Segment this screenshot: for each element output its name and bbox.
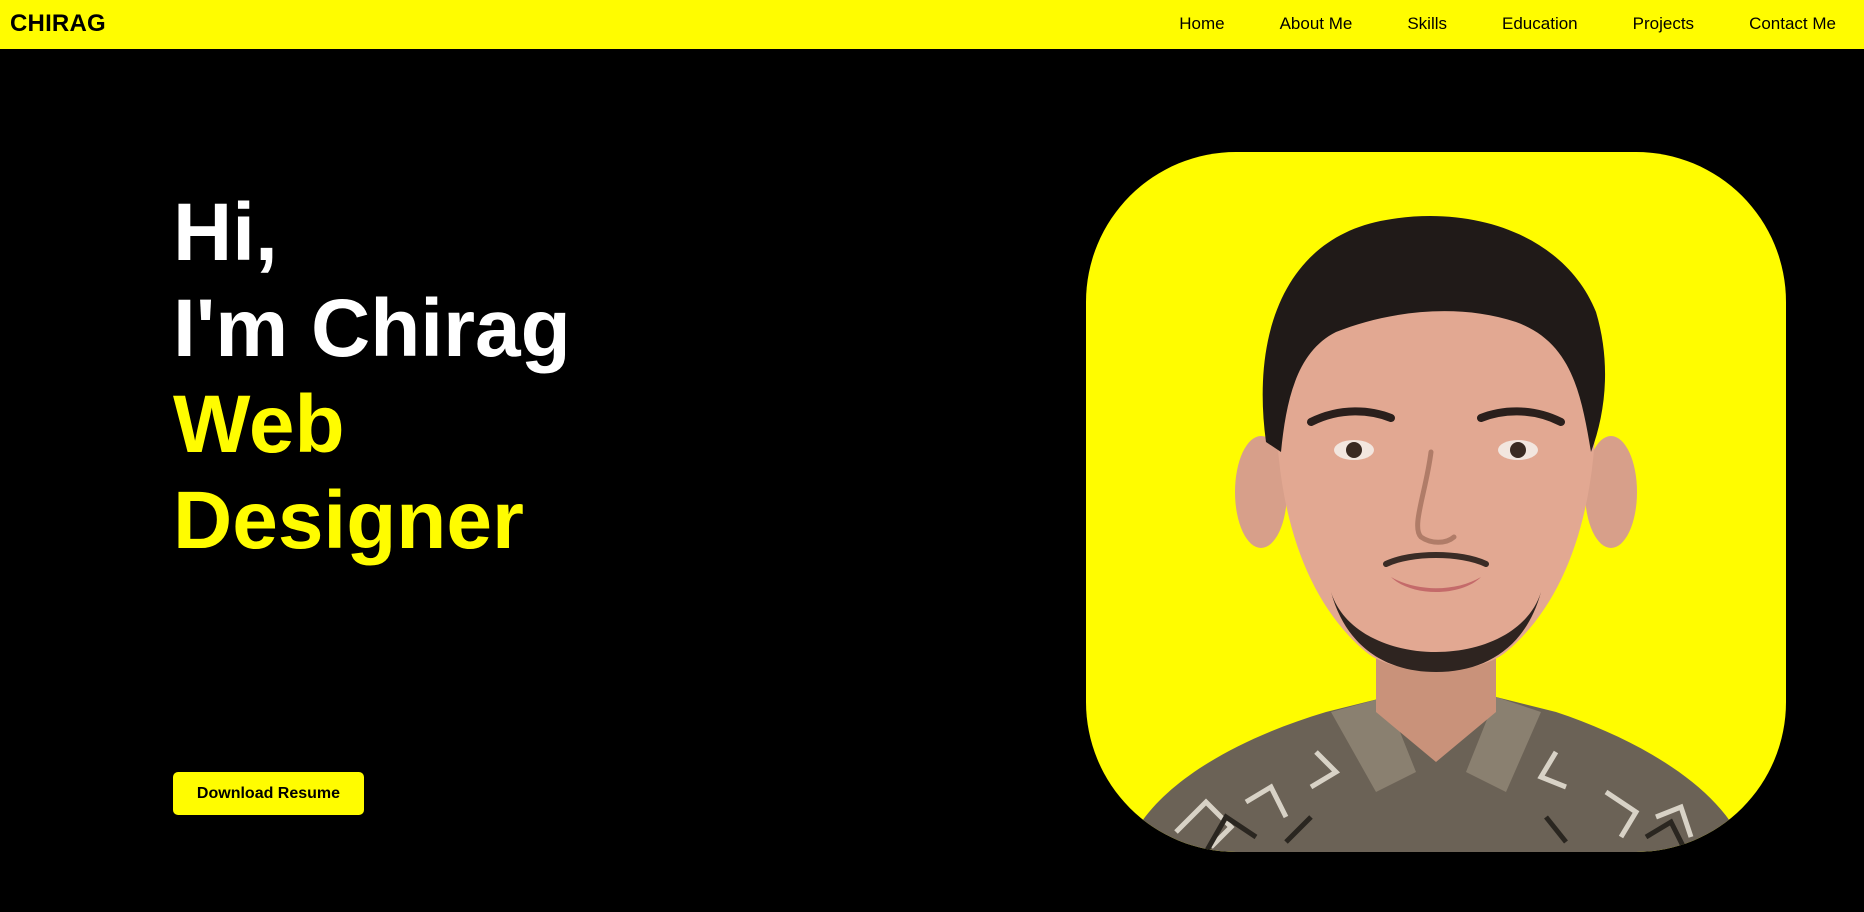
nav-menu: Home About Me Skills Education Projects …	[1179, 14, 1836, 34]
hero-greeting: Hi,	[173, 187, 278, 278]
hero-intro: I'm Chirag	[173, 283, 571, 374]
nav-link-about-me[interactable]: About Me	[1280, 14, 1353, 34]
nav-link-education[interactable]: Education	[1502, 14, 1578, 34]
top-navbar: CHIRAG Home About Me Skills Education Pr…	[0, 0, 1864, 49]
person-portrait-icon	[1126, 216, 1746, 852]
hero-heading: Hi, I'm Chirag Web Designer	[173, 185, 571, 569]
download-resume-button[interactable]: Download Resume	[173, 772, 364, 815]
nav-link-projects[interactable]: Projects	[1633, 14, 1694, 34]
nav-link-home[interactable]: Home	[1179, 14, 1224, 34]
brand-logo[interactable]: CHIRAG	[10, 10, 106, 38]
nav-link-skills[interactable]: Skills	[1407, 14, 1447, 34]
hero-role-line-2: Designer	[173, 475, 524, 566]
nav-link-contact-me[interactable]: Contact Me	[1749, 14, 1836, 34]
portrait-frame	[1086, 152, 1786, 852]
hero-role-line-1: Web	[173, 379, 345, 470]
